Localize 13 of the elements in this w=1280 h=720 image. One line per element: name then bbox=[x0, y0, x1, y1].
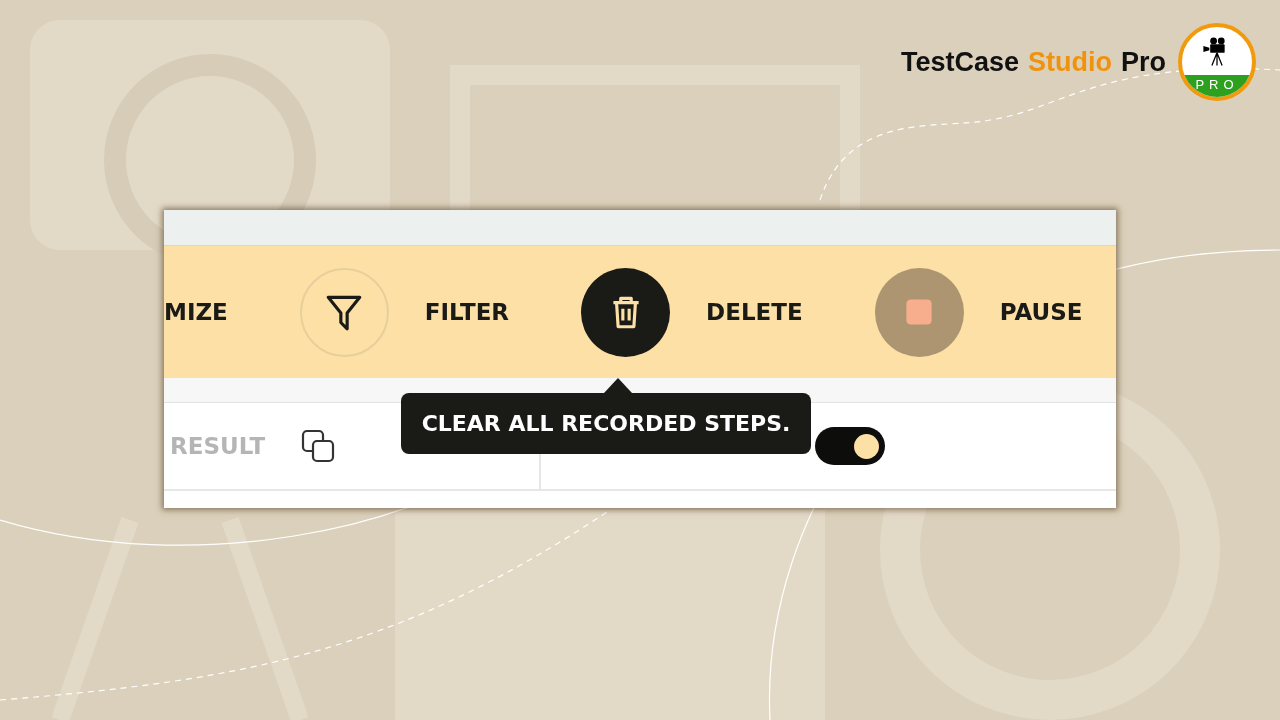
brand-name: Pro bbox=[1121, 46, 1166, 78]
brand-name: Studio bbox=[1028, 46, 1112, 78]
toolbar-label[interactable]: MIZE bbox=[164, 299, 228, 325]
toggle-switch[interactable] bbox=[815, 427, 885, 465]
toolbar-label[interactable]: PAUSE bbox=[999, 299, 1083, 325]
filter-button[interactable] bbox=[299, 267, 389, 357]
tooltip: CLEAR ALL RECORDED STEPS. bbox=[401, 393, 811, 454]
toolbar-label[interactable]: FILTER bbox=[424, 299, 510, 325]
brand-name: TestCase bbox=[900, 46, 1019, 78]
toolbar-label[interactable]: DELETE bbox=[706, 299, 803, 325]
logo-text: PRO bbox=[1182, 75, 1252, 97]
copy-icon[interactable] bbox=[301, 429, 336, 463]
column-label: RESULT bbox=[170, 433, 266, 459]
